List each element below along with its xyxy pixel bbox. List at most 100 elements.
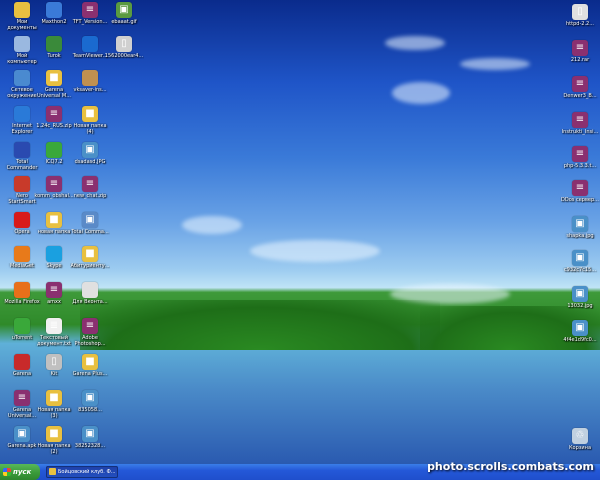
winrar-icon: ≡ [572,76,588,92]
desktop-icon-label: Новая папка (3) [37,407,71,419]
winrar-icon: ≡ [82,176,98,192]
folder-icon: ■ [46,70,62,86]
desktop-icon-label: Для Вконта... [72,299,108,305]
folder-icon: ■ [82,246,98,262]
opera-icon [14,212,30,228]
desktop-icon[interactable]: ▣ 38252328... [70,426,110,449]
image-icon: ▣ [572,320,588,336]
start-button[interactable]: пуск [0,464,40,480]
desktop-icon-label: Абитуриенту... [70,263,110,269]
desktop-icon-label: Denwer3_B... [563,93,597,99]
desktop-icon[interactable]: ▣ c932c7c15... [560,250,600,273]
image-icon: ▣ [82,212,98,228]
desktop-icon[interactable]: ■ Новая папка (3) [34,390,74,419]
desktop-icon-label: Turok [47,53,61,59]
desktop-icon[interactable]: Turok [34,36,74,59]
desktop-icon[interactable]: ≡ php-5.3.3.t... [560,146,600,169]
desktop-icon[interactable]: ≡ new_chat.zip [70,176,110,199]
desktop-icon-label: shapka.jpg [566,233,594,239]
folder-icon: ■ [82,354,98,370]
desktop-icon[interactable]: ≡ amxx [34,282,74,305]
desktop-icon-label: c932c7c15... [563,267,597,273]
desktop-icon[interactable]: ▣ dsadasd.JPG [70,142,110,165]
desktop-icon[interactable]: ≡ 212.rar [560,40,600,63]
desktop-icon[interactable]: ▯ 1562000ear4... [104,36,144,59]
garena-icon [14,354,30,370]
desktop-icon[interactable]: Maxthon2 [34,2,74,25]
documents-icon [14,2,30,18]
winrar-icon: ≡ [46,176,62,192]
desktop-icons: Мои документы Maxthon2 ≡ TFT_Version... ▣ eba… [0,0,600,464]
desktop-icon[interactable]: ♲ Корзина [560,428,600,451]
folder-icon: ■ [46,390,62,406]
desktop-icon-label: ebaaat.gif [111,19,137,25]
desktop-icon[interactable]: ▯ Kit [34,354,74,377]
desktop-icon[interactable]: ■ Garena Universal M... [34,70,74,99]
winrar-icon: ≡ [82,318,98,334]
desktop[interactable]: Мои документы Maxthon2 ≡ TFT_Version... ▣ eba… [0,0,600,464]
desktop-icon[interactable]: ICQ7.2 [34,142,74,165]
desktop-icon-label: Новая папка (4) [73,123,107,135]
desktop-icon-label: vksaver-ins... [73,87,107,93]
desktop-icon-label: 4f4e1d9fc0... [563,337,597,343]
desktop-icon-label: amxx [47,299,61,305]
desktop-icon-label: Skype [46,263,62,269]
folder-icon: ■ [46,426,62,442]
icq-icon [46,142,62,158]
desktop-icon[interactable]: ▣ 4f4e1d9fc0... [560,320,600,343]
desktop-icon[interactable]: ≣ Текстовый документ.txt [34,318,74,347]
desktop-icon[interactable]: ■ Новая папка (4) [70,106,110,135]
desktop-icon[interactable]: ≡ Adobe Photoshop... [70,318,110,347]
desktop-icon-label: новая папка [37,229,71,235]
skype-icon [46,246,62,262]
winrar-icon: ≡ [82,2,98,18]
computer-icon [14,36,30,52]
winrar-icon: ≡ [46,282,62,298]
desktop-icon-label: 13032.jpg [567,303,593,309]
desktop-icon[interactable]: ≡ komm_obshal... [34,176,74,199]
image-icon: ▣ [82,426,98,442]
file-icon: ▯ [46,354,62,370]
desktop-icon-label: Garena Universal M... [36,87,72,99]
ie-icon [14,106,30,122]
desktop-icon[interactable]: ▣ ebaaat.gif [104,2,144,25]
desktop-icon[interactable]: ■ Garena Plus... [70,354,110,377]
desktop-icon[interactable]: ▣ 835058... [70,390,110,413]
desktop-icon[interactable]: ≡ Denwer3_B... [560,76,600,99]
folder-icon: ■ [82,106,98,122]
floppy-icon [14,142,30,158]
image-icon: ▣ [82,390,98,406]
desktop-icon[interactable]: ▣ shapka.jpg [560,216,600,239]
desktop-icon-label: Текстовый документ.txt [37,335,71,347]
image-icon: ▣ [572,250,588,266]
image-icon: ▣ [572,286,588,302]
desktop-icon[interactable]: ■ Новая папка (2) [34,426,74,455]
desktop-icon[interactable]: ■ новая папка [34,212,74,235]
desktop-icon-label: php-5.3.3.t... [563,163,597,169]
recycle-bin-icon: ♲ [572,428,588,444]
desktop-icon[interactable]: ≡ 1.24c_RUS.zip [34,106,74,129]
image-icon: ▣ [82,142,98,158]
desktop-icon[interactable]: ▣ Total Comma... [70,212,110,235]
winrar-icon: ≡ [572,112,588,128]
image-icon: ▣ [14,426,30,442]
taskbar-window-button[interactable]: Бойцовский клуб. Ф... [46,466,118,478]
desktop-icon[interactable]: vksaver-ins... [70,70,110,93]
desktop-icon[interactable]: Для Вконта... [70,282,110,305]
utorrent-icon [14,318,30,334]
desktop-icon[interactable]: ≡ Instrukti_Insi... [560,112,600,135]
desktop-icon-label: 38252328... [74,443,106,449]
desktop-icon[interactable]: ■ Абитуриенту... [70,246,110,269]
desktop-icon[interactable]: ▣ 13032.jpg [560,286,600,309]
desktop-icon[interactable]: Skype [34,246,74,269]
winrar-icon: ≡ [46,106,62,122]
network-icon [14,70,30,86]
desktop-icon-label: 835058... [78,407,102,413]
desktop-icon[interactable]: ▯ httpd-2.2... [560,4,600,27]
desktop-icon-label: Kit [50,371,58,377]
desktop-icon-label: Instrukti_Insi... [561,129,599,135]
image-icon: ▣ [572,216,588,232]
desktop-icon-label: Maxthon2 [41,19,67,25]
desktop-icon[interactable]: ≡ DDos сервер... [560,180,600,203]
file-icon: ▯ [116,36,132,52]
